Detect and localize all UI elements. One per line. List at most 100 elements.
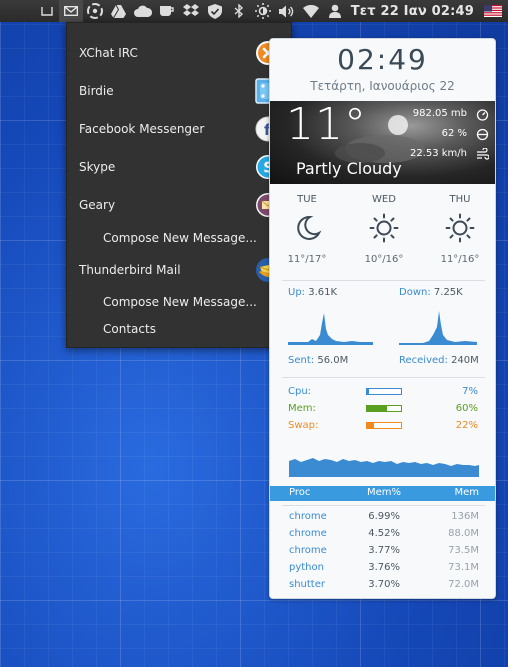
- current-temperature: 11°: [286, 101, 367, 150]
- download-graph: [399, 311, 477, 345]
- cpu-label: Cpu:: [288, 386, 312, 397]
- download-label: Down:: [399, 287, 431, 298]
- cpu-bar: [366, 388, 402, 395]
- upload-label: Up:: [288, 287, 306, 298]
- top-panel: Τετ 22 Ιαν 02:49: [0, 0, 508, 22]
- forecast-range: 11°/17°: [287, 254, 327, 265]
- messaging-menu: XChat IRC Birdie Facebook Messenger f Sk…: [66, 22, 292, 348]
- dropbox-icon[interactable]: [179, 0, 203, 22]
- menu-item-label: Compose New Message...: [103, 295, 257, 309]
- menu-item-label: XChat IRC: [79, 46, 138, 60]
- sun-icon: [369, 213, 399, 243]
- received-label: Received:: [399, 355, 448, 366]
- mem-row: Mem: 60%: [288, 403, 478, 417]
- wind-value: 22.53 km/h: [409, 148, 467, 159]
- humidity-value: 62 %: [441, 128, 467, 139]
- received-stat: Received: 240M: [399, 355, 479, 366]
- proc-col-mem: Mem: [454, 487, 479, 498]
- proc-mem: 73.1M: [448, 562, 479, 573]
- bluetooth-icon[interactable]: [227, 0, 251, 22]
- weather-panel: 11° Partly Cloudy 982.05 mb 62 % 22.53 k…: [270, 101, 495, 184]
- forecast-day-name: THU: [449, 194, 471, 205]
- table-row: python 3.76% 73.1M: [270, 562, 495, 579]
- volume-icon[interactable]: [275, 0, 299, 22]
- divider: [282, 377, 485, 378]
- forecast: TUE 11°/17° WED 10°/16° THU 11°/16°: [270, 189, 495, 273]
- widget-date: Τετάρτη, Ιανουάριος 22: [310, 79, 455, 93]
- proc-mempct: 3.76%: [368, 562, 400, 573]
- proc-mem: 136M: [451, 511, 479, 522]
- menu-item-label: Compose New Message...: [103, 231, 257, 245]
- cpu-value: 7%: [462, 386, 478, 397]
- wifi-icon[interactable]: [299, 0, 323, 22]
- proc-name: shutter: [289, 579, 325, 590]
- humidity-icon: [476, 128, 489, 141]
- cpu-row: Cpu: 7%: [288, 386, 478, 400]
- menu-item-birdie[interactable]: Birdie: [67, 75, 291, 107]
- panel-clock[interactable]: Τετ 22 Ιαν 02:49: [347, 4, 484, 19]
- proc-mempct: 4.52%: [368, 528, 400, 539]
- pressure-icon: [476, 109, 489, 121]
- download-value: 7.25K: [433, 287, 463, 298]
- xchat-tray-icon[interactable]: [83, 0, 107, 22]
- weather-condition: Partly Cloudy: [296, 159, 402, 178]
- widget-clock: 02:49: [337, 43, 428, 76]
- table-row: chrome 3.77% 73.5M: [270, 545, 495, 562]
- proc-name: chrome: [289, 511, 327, 522]
- proc-mempct: 6.99%: [368, 511, 400, 522]
- upload-graph: [288, 313, 373, 345]
- proc-col-name: Proc: [289, 487, 311, 498]
- conky-widget: 02:49 Τετάρτη, Ιανουάριος 22 11° Partly …: [269, 38, 496, 599]
- menu-item-skype[interactable]: Skype S: [67, 151, 291, 183]
- brightness-icon[interactable]: [251, 0, 275, 22]
- proc-mem: 88.0M: [448, 528, 479, 539]
- proc-name: chrome: [289, 528, 327, 539]
- table-row: shutter 3.70% 72.0M: [270, 579, 495, 596]
- cup-icon[interactable]: [155, 0, 179, 22]
- proc-col-mempct: Mem%: [367, 487, 402, 498]
- menu-item-facebook-messenger[interactable]: Facebook Messenger f: [67, 113, 291, 145]
- download-stat: Down: 7.25K: [399, 287, 463, 298]
- upload-stat: Up: 3.61K: [288, 287, 337, 298]
- menu-item-xchat[interactable]: XChat IRC: [67, 37, 291, 69]
- menu-item-label: Birdie: [79, 84, 114, 98]
- process-table-header: Proc Mem% Mem: [270, 486, 495, 501]
- sent-label: Sent:: [288, 355, 315, 366]
- user-icon[interactable]: [323, 0, 347, 22]
- wind-icon: [477, 148, 489, 160]
- moon-icon: [297, 215, 322, 240]
- mail-indicator-icon[interactable]: [58, 0, 83, 22]
- shield-icon[interactable]: [203, 0, 227, 22]
- swap-label: Swap:: [288, 420, 319, 431]
- swap-row: Swap: 22%: [288, 420, 478, 434]
- forecast-day: TUE 11°/17°: [272, 194, 342, 265]
- proc-mempct: 3.70%: [368, 579, 400, 590]
- table-row: chrome 4.52% 88.0M: [270, 528, 495, 545]
- cloud-icon[interactable]: [131, 0, 155, 22]
- forecast-day: THU 11°/16°: [425, 194, 495, 265]
- menu-item-label: Facebook Messenger: [79, 122, 205, 136]
- sent-stat: Sent: 56.0M: [288, 355, 348, 366]
- menu-item-geary-compose[interactable]: Compose New Message...: [67, 222, 291, 254]
- proc-mem: 72.0M: [448, 579, 479, 590]
- menu-item-contacts[interactable]: Contacts: [67, 313, 291, 345]
- menu-item-thunderbird[interactable]: Thunderbird Mail: [67, 254, 291, 286]
- menu-item-geary[interactable]: Geary: [67, 189, 291, 221]
- drive-icon[interactable]: [107, 0, 131, 22]
- window-icon[interactable]: [35, 0, 59, 22]
- forecast-range: 10°/16°: [364, 254, 404, 265]
- divider: [282, 280, 485, 281]
- forecast-range: 11°/16°: [440, 254, 480, 265]
- cpu-history-graph: [289, 458, 479, 477]
- mem-bar: [366, 405, 402, 412]
- proc-mem: 73.5M: [448, 545, 479, 556]
- system-tray: [35, 0, 347, 22]
- menu-item-label: Thunderbird Mail: [79, 263, 181, 277]
- menu-item-label: Contacts: [103, 322, 156, 336]
- proc-name: python: [289, 562, 324, 573]
- us-flag-icon[interactable]: [484, 2, 502, 21]
- menu-item-label: Geary: [79, 198, 116, 212]
- sun-icon: [445, 213, 475, 243]
- pressure-value: 982.05 mb: [412, 108, 467, 119]
- table-row: chrome 6.99% 136M: [270, 511, 495, 528]
